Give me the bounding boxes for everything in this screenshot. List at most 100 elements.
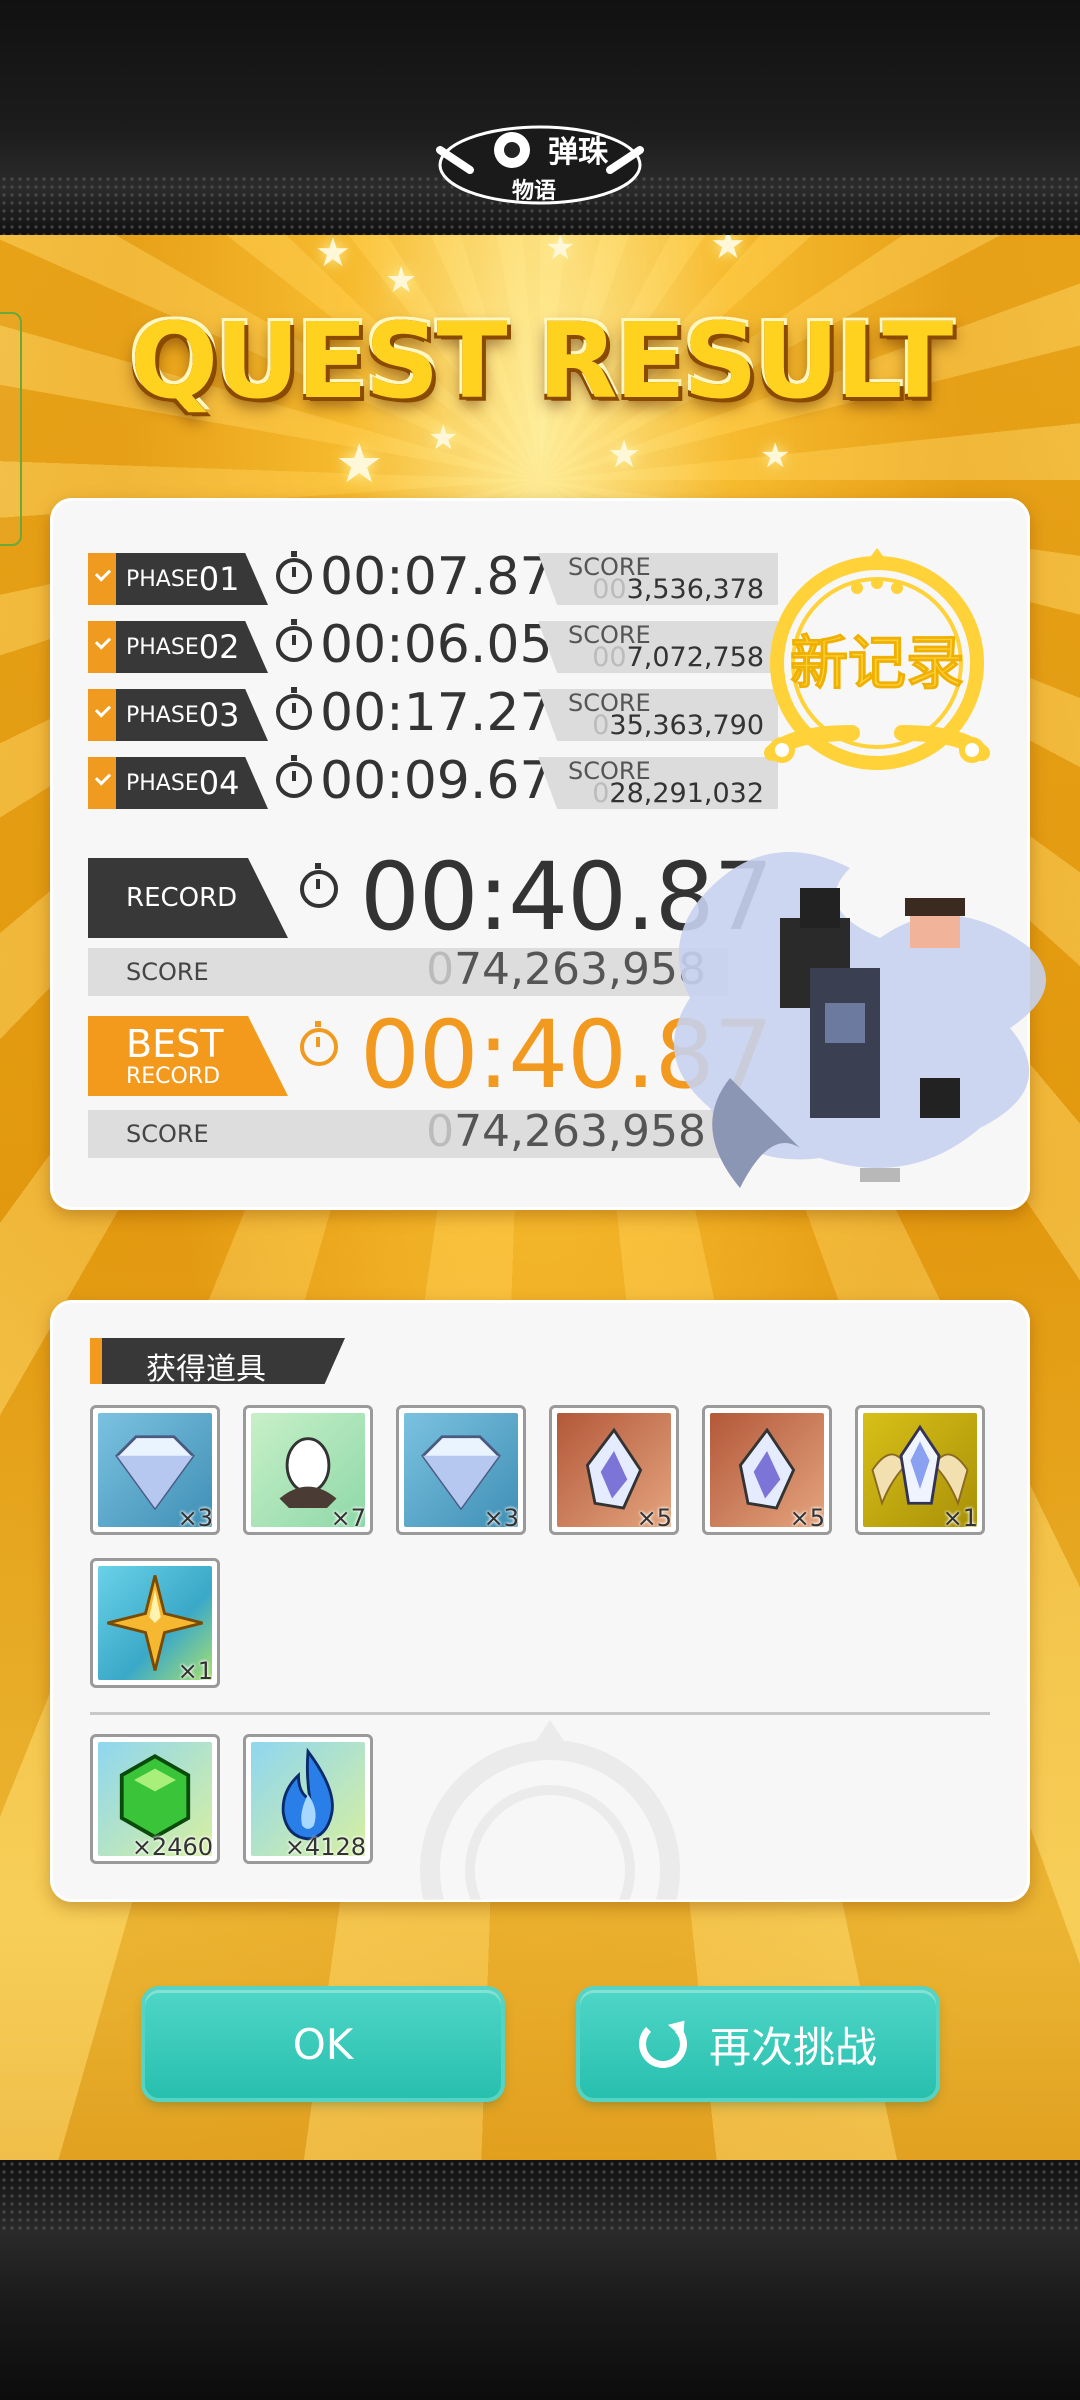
- phase-time: 00:09.67: [276, 751, 553, 811]
- stopwatch-icon: [276, 619, 312, 662]
- score-digits: 28,291,032: [609, 778, 764, 809]
- score-digits: 7,072,758: [626, 642, 764, 673]
- item-slot[interactable]: ×5: [549, 1405, 679, 1535]
- items-title-tag: 获得道具: [90, 1338, 345, 1384]
- phase-score: SCORE 003,536,378: [538, 553, 778, 605]
- best-sub-label: RECORD: [126, 1064, 221, 1089]
- item-slot[interactable]: ×1: [90, 1558, 220, 1688]
- retry-icon: [638, 2020, 687, 2068]
- item-slot[interactable]: ×5: [702, 1405, 832, 1535]
- score-leading-zeros: 00: [592, 574, 627, 605]
- phase-label: PHASE: [126, 770, 199, 796]
- svg-text:物语: 物语: [512, 178, 556, 204]
- svg-text:弹珠: 弹珠: [548, 135, 609, 170]
- best-score-label: SCORE: [126, 1120, 209, 1148]
- star-decoration: ★: [760, 436, 791, 476]
- phase-row: PHASE 01 00:07.87 SCORE 003,536,378: [88, 547, 788, 607]
- item-count: ×5: [636, 1504, 672, 1532]
- item-slot[interactable]: ×4128: [243, 1734, 373, 1864]
- phase-score-value: 035,363,790: [592, 710, 764, 741]
- item-slot[interactable]: ×7: [243, 1405, 373, 1535]
- item-count: ×1: [177, 1657, 213, 1685]
- phase-label: PHASE: [126, 702, 199, 728]
- phase-score: SCORE 007,072,758: [538, 621, 778, 673]
- game-logo: 弹珠 物语: [436, 125, 644, 205]
- score-leading-zeros: 0: [426, 1106, 455, 1157]
- phase-time: 00:07.87: [276, 547, 553, 607]
- phase-tag: PHASE 04: [116, 757, 268, 809]
- phase-tag: PHASE 03: [116, 689, 268, 741]
- star-decoration: ★: [335, 432, 384, 495]
- phase-label: PHASE: [126, 566, 199, 592]
- star-decoration: ★: [385, 260, 418, 301]
- phase-number: 01: [198, 560, 240, 598]
- item-count: ×2460: [131, 1833, 213, 1861]
- best-score-bar: SCORE 074,263,958: [88, 1106, 728, 1158]
- phase-row: PHASE 02 00:06.05 SCORE 007,072,758: [88, 615, 788, 675]
- item-slot[interactable]: ×2460: [90, 1734, 220, 1864]
- bottom-bar-pattern: [0, 2160, 1080, 2230]
- record-score-bar: SCORE 074,263,958: [88, 944, 728, 996]
- phase-score-value: 028,291,032: [592, 778, 764, 809]
- retry-button-label: 再次挑战: [708, 2022, 877, 2072]
- character-sprite: [674, 852, 1046, 1188]
- check-icon: [88, 621, 116, 673]
- item-count: ×5: [789, 1504, 825, 1532]
- page-title: QUEST RESULT: [129, 300, 953, 422]
- phase-label: PHASE: [126, 634, 199, 660]
- phase-number: 03: [198, 696, 240, 734]
- best-label: BEST: [126, 1022, 224, 1066]
- phase-score-value: 003,536,378: [592, 574, 764, 605]
- phase-tag: PHASE 01: [116, 553, 268, 605]
- score-leading-zeros: 0: [592, 710, 610, 741]
- item-count: ×3: [483, 1504, 519, 1532]
- item-slot[interactable]: ×3: [90, 1405, 220, 1535]
- phase-time-value: 00:17.27: [320, 683, 553, 743]
- item-slot[interactable]: ×3: [396, 1405, 526, 1535]
- record-score-label: SCORE: [126, 958, 209, 986]
- star-decoration: ★: [607, 432, 642, 476]
- phase-row: PHASE 04 00:09.67 SCORE 028,291,032: [88, 751, 788, 811]
- item-count: ×1: [942, 1504, 978, 1532]
- items-panel: 获得道具 ×3 ×7 ×3 ×5 ×5 ×1 ×1 ×2460 ×4128: [50, 1300, 1030, 1902]
- phase-score-value: 007,072,758: [592, 642, 764, 673]
- score-leading-zeros: 0: [592, 778, 610, 809]
- accent-bar: [90, 1338, 102, 1384]
- items-title: 获得道具: [146, 1352, 266, 1387]
- item-count: ×3: [177, 1504, 213, 1532]
- phase-number: 04: [198, 764, 240, 802]
- check-icon: [88, 757, 116, 809]
- score-leading-zeros: 0: [426, 944, 455, 995]
- retry-button[interactable]: 再次挑战: [580, 1990, 936, 2098]
- phase-score: SCORE 028,291,032: [538, 757, 778, 809]
- phase-tag: PHASE 02: [116, 621, 268, 673]
- stopwatch-icon: [276, 551, 312, 594]
- phase-row: PHASE 03 00:17.27 SCORE 035,363,790: [88, 683, 788, 743]
- stopwatch-icon: [300, 863, 338, 909]
- items-divider: [90, 1712, 990, 1715]
- record-label: RECORD: [88, 858, 288, 938]
- phase-time: 00:17.27: [276, 683, 553, 743]
- stopwatch-icon: [276, 687, 312, 730]
- stopwatch-icon: [300, 1021, 338, 1067]
- score-leading-zeros: 00: [592, 642, 627, 673]
- result-panel: PHASE 01 00:07.87 SCORE 003,536,378 PHASE 0…: [50, 498, 1046, 1210]
- new-record-text: 新记录: [790, 629, 964, 697]
- best-record-label: BEST RECORD: [88, 1016, 288, 1096]
- phase-time: 00:06.05: [276, 615, 553, 675]
- star-decoration: ★: [428, 418, 459, 458]
- score-digits: 35,363,790: [609, 710, 764, 741]
- top-bar: 弹珠 物语: [0, 0, 1080, 235]
- check-icon: [88, 553, 116, 605]
- phase-score: SCORE 035,363,790: [538, 689, 778, 741]
- phase-time-value: 00:06.05: [320, 615, 553, 675]
- star-decoration: ★: [315, 230, 351, 276]
- ok-button-label: OK: [292, 2019, 354, 2069]
- item-slot[interactable]: ×1: [855, 1405, 985, 1535]
- watermark-emblem: [420, 1720, 680, 1900]
- ok-button[interactable]: OK: [145, 1990, 501, 2098]
- phase-number: 02: [198, 628, 240, 666]
- phase-time-value: 00:07.87: [320, 547, 553, 607]
- phase-time-value: 00:09.67: [320, 751, 553, 811]
- item-count: ×4128: [284, 1833, 366, 1861]
